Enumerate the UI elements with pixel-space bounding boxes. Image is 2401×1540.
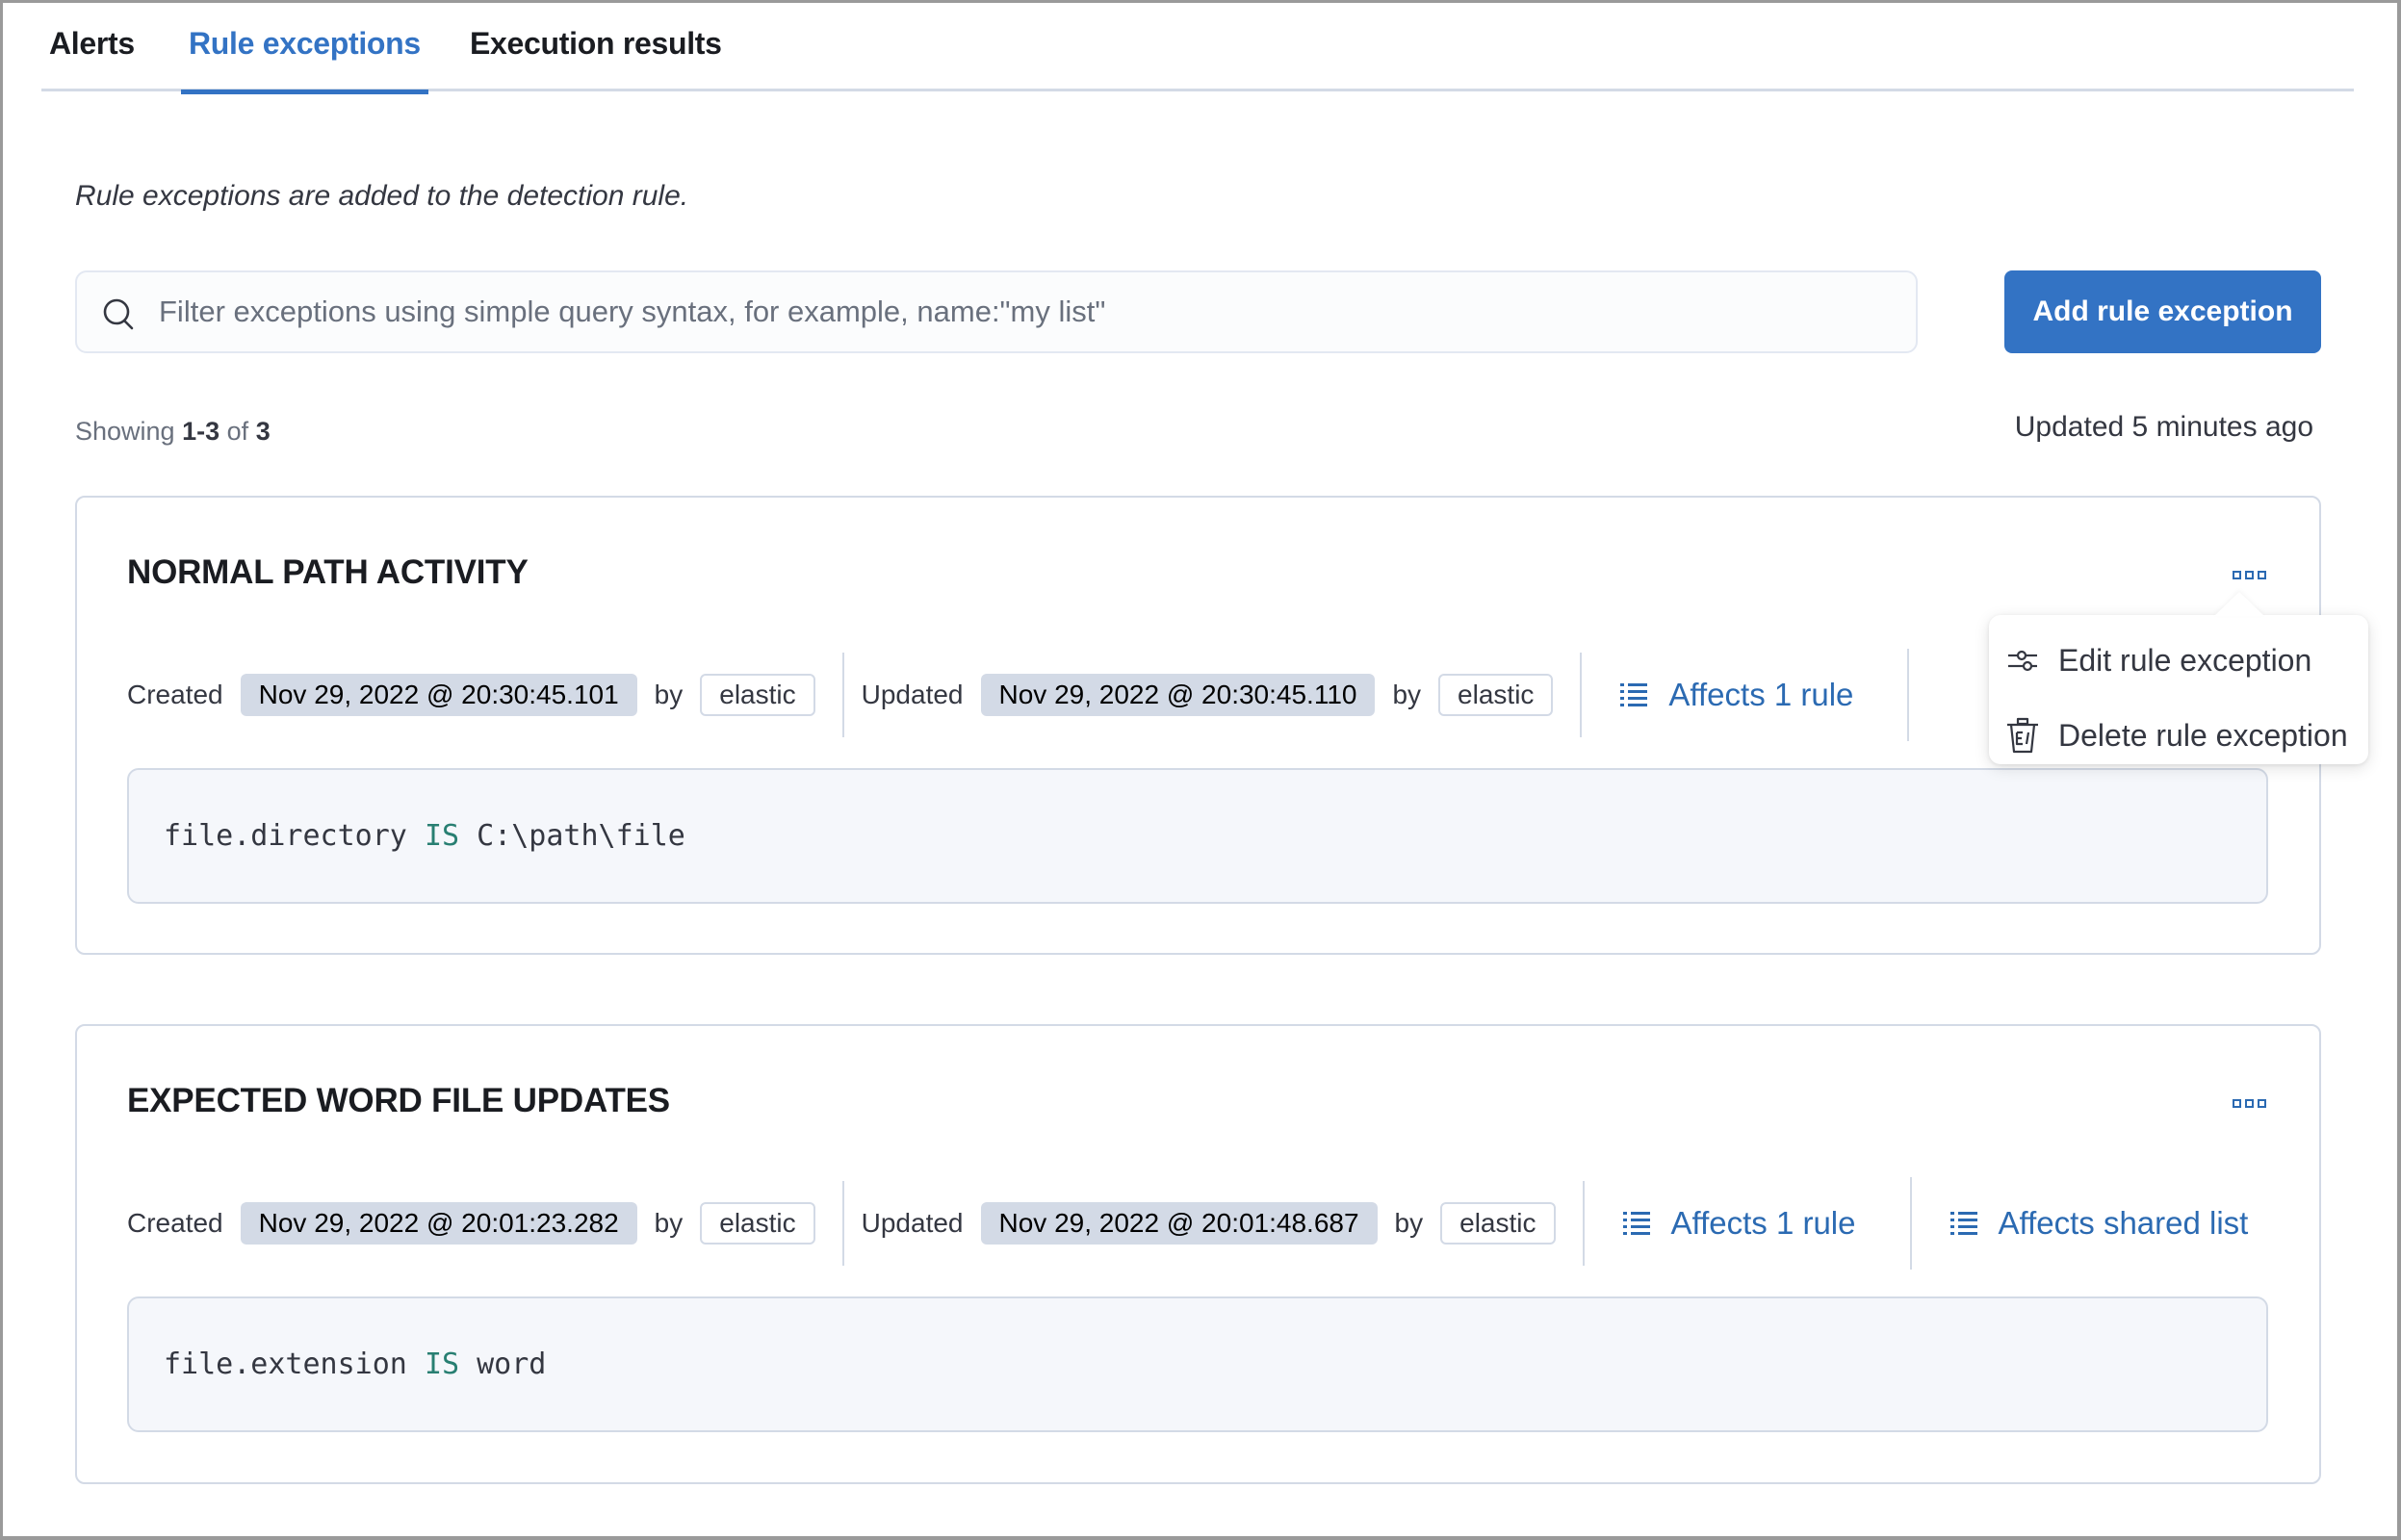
condition-value: word [477, 1348, 547, 1381]
menu-item-label: Delete rule exception [2058, 717, 2348, 753]
by-label: by [654, 680, 684, 709]
tab-bar: Alerts Rule exceptions Execution results [41, 3, 2354, 94]
divider [841, 653, 844, 737]
last-updated-value: 5 minutes ago [2131, 411, 2313, 443]
dot-icon [2232, 1098, 2241, 1108]
dot-icon [2232, 570, 2241, 579]
search-icon [100, 295, 139, 334]
page-frame: Alerts Rule exceptions Execution results… [0, 0, 2401, 1540]
created-by-badge: elastic [700, 1202, 815, 1245]
dot-icon [2244, 570, 2254, 579]
search-field[interactable] [75, 270, 1918, 353]
search-input[interactable] [159, 272, 1892, 351]
condition-operator: IS [424, 1348, 460, 1381]
tab-alerts[interactable]: Alerts [49, 26, 135, 91]
tab-execution-results[interactable]: Execution results [470, 26, 722, 91]
updated-date-badge: Nov 29, 2022 @ 20:30:45.110 [980, 674, 1376, 716]
by-label: by [654, 1208, 684, 1238]
updated-by-badge: elastic [1440, 1202, 1556, 1245]
affects-shared-list-link[interactable]: Affects shared list [1949, 1205, 2249, 1242]
description-text: Rule exceptions are added to the detecti… [75, 180, 689, 212]
condition-field: file.directory [164, 819, 407, 853]
condition-operator: IS [424, 819, 460, 853]
menu-item-label: Edit rule exception [2058, 642, 2312, 678]
showing-total: 3 [255, 417, 271, 446]
affects-rules-label: Affects 1 rule [1670, 1205, 1856, 1241]
exception-title: NORMAL PATH ACTIVITY [127, 553, 529, 591]
dot-icon [2244, 1098, 2254, 1108]
showing-range: 1-3 [182, 417, 220, 446]
divider [841, 1181, 844, 1266]
by-label: by [1392, 680, 1422, 709]
last-updated: Updated 5 minutes ago [2015, 411, 2313, 444]
condition-field: file.extension [164, 1348, 407, 1381]
exception-card: EXPECTED WORD FILE UPDATES Created Nov 2… [75, 1024, 2321, 1484]
showing-count: Showing 1-3 of 3 [75, 417, 271, 447]
menu-item-delete-rule-exception[interactable]: Delete rule exception [1989, 702, 2368, 769]
exception-condition: file.directory IS C:\path\file [127, 768, 2268, 904]
updated-by-badge: elastic [1438, 674, 1554, 716]
list-icon [1949, 1212, 1977, 1235]
dot-icon [2257, 570, 2266, 579]
tab-rule-exceptions[interactable]: Rule exceptions [181, 26, 428, 94]
more-actions-button[interactable] [2230, 565, 2268, 584]
updated-label: Updated [861, 1208, 964, 1238]
updated-label: Updated [861, 680, 964, 709]
list-icon [1620, 683, 1648, 706]
exception-condition: file.extension IS word [127, 1296, 2268, 1432]
created-date-badge: Nov 29, 2022 @ 20:30:45.101 [240, 674, 637, 716]
created-label: Created [127, 680, 223, 709]
exception-card: NORMAL PATH ACTIVITY Created Nov 29, 202… [75, 496, 2321, 955]
divider [1580, 653, 1583, 737]
created-by-badge: elastic [700, 674, 815, 716]
affects-rules-link[interactable]: Affects 1 rule [1622, 1205, 1856, 1242]
trash-icon [2007, 717, 2038, 754]
list-icon [1622, 1212, 1650, 1235]
divider [1909, 1177, 1912, 1270]
last-updated-prefix: Updated [2014, 411, 2125, 443]
created-date-badge: Nov 29, 2022 @ 20:01:23.282 [240, 1202, 637, 1245]
exception-title: EXPECTED WORD FILE UPDATES [127, 1082, 670, 1119]
exception-meta: Created Nov 29, 2022 @ 20:30:45.101 by e… [127, 649, 1926, 741]
condition-value: C:\path\file [477, 819, 685, 853]
add-rule-exception-button[interactable]: Add rule exception [2004, 270, 2321, 353]
showing-of: of [226, 417, 249, 446]
updated-date-badge: Nov 29, 2022 @ 20:01:48.687 [980, 1202, 1378, 1245]
by-label: by [1394, 1208, 1424, 1238]
dot-icon [2257, 1098, 2266, 1108]
divider [1907, 649, 1910, 741]
created-label: Created [127, 1208, 223, 1238]
affects-rules-link[interactable]: Affects 1 rule [1620, 677, 1853, 713]
more-actions-button[interactable] [2230, 1093, 2268, 1113]
showing-prefix: Showing [75, 417, 175, 446]
menu-item-edit-rule-exception[interactable]: Edit rule exception [1989, 627, 2368, 694]
divider [1582, 1181, 1585, 1266]
affects-shared-list-label: Affects shared list [1998, 1205, 2249, 1241]
exception-meta: Created Nov 29, 2022 @ 20:01:23.282 by e… [127, 1177, 2275, 1270]
exception-actions-menu: Edit rule exception Delete rule exceptio… [1989, 615, 2368, 764]
sliders-icon [2008, 650, 2037, 672]
affects-rules-label: Affects 1 rule [1668, 677, 1854, 712]
